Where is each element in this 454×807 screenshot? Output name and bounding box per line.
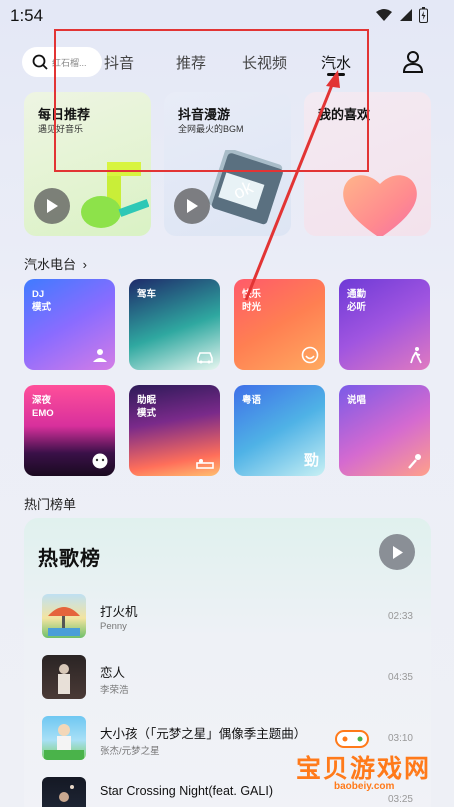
status-icons [375, 7, 428, 23]
song-title: 大小孩（「元梦之星」偶像季主题曲） [100, 727, 307, 741]
station-late-night[interactable]: 深夜 EMO [24, 385, 115, 476]
song-artist: Penny [100, 621, 127, 632]
station-label: 助眠 模式 [137, 395, 157, 419]
song-title: 恋人 [100, 666, 126, 680]
album-cover [42, 716, 86, 760]
song-artist: 张杰/元梦之星 [100, 746, 160, 757]
chart-title[interactable]: 热歌榜 [38, 542, 101, 571]
status-time: 1:54 [10, 6, 44, 25]
station-cantonese[interactable]: 粤语 勁 [234, 385, 325, 476]
station-dj[interactable]: DJ 模式 [24, 279, 115, 370]
cantonese-icon: 勁 [303, 452, 319, 469]
status-bar: 1:54 [0, 0, 454, 32]
smile-icon [301, 346, 319, 364]
song-title: Star Crossing Night(feat. GALI) [100, 784, 273, 798]
wifi-icon [376, 9, 392, 21]
section-title: 汽水电台 [24, 257, 77, 272]
watermark-text: 宝贝游戏网 [296, 755, 432, 783]
heart-icon [343, 175, 417, 236]
radio-section-header[interactable]: 汽水电台 › [24, 254, 87, 273]
station-label: 深夜 EMO [32, 395, 54, 419]
rap-icon [408, 454, 421, 469]
song-title: 打火机 [100, 605, 138, 619]
play-icon [187, 199, 198, 213]
chevron-right-icon: › [82, 257, 87, 272]
play-all-button[interactable] [379, 534, 415, 570]
station-label: 粤语 [242, 395, 262, 406]
annotation-highlight-box [54, 29, 369, 172]
sleep-icon [196, 459, 214, 469]
play-icon [392, 545, 403, 559]
station-rap[interactable]: 说唱 [339, 385, 430, 476]
play-icon [47, 199, 58, 213]
dj-icon [93, 349, 107, 362]
song-row[interactable]: 打火机 Penny 02:33 [42, 594, 417, 640]
station-label: 驾车 [137, 289, 157, 300]
gamepad-icon [335, 730, 369, 748]
station-sleep[interactable]: 助眠 模式 [129, 385, 220, 476]
station-label: 通勤 必听 [347, 289, 367, 313]
station-happy[interactable]: 快乐 时光 [234, 279, 325, 370]
charts-section-title: 热门榜单 [24, 497, 77, 512]
walk-icon [410, 347, 422, 364]
song-duration: 02:33 [387, 611, 413, 622]
play-button[interactable] [174, 188, 210, 224]
play-button[interactable] [34, 188, 70, 224]
song-row[interactable]: 恋人 李荣浩 04:35 [42, 655, 417, 701]
search-icon [32, 54, 48, 70]
emo-icon [92, 453, 108, 469]
car-icon [197, 352, 213, 364]
station-drive[interactable]: 驾车 [129, 279, 220, 370]
watermark-logo: 宝贝游戏网 baobeiy.com [296, 727, 446, 797]
album-cover [42, 777, 86, 807]
song-artist: 李荣浩 [100, 685, 129, 696]
battery-icon [419, 7, 428, 23]
song-duration: 04:35 [387, 672, 413, 683]
user-icon[interactable] [402, 50, 424, 74]
station-label: DJ 模式 [32, 289, 52, 313]
station-label: 快乐 时光 [242, 289, 262, 313]
album-cover [42, 594, 86, 638]
album-cover [42, 655, 86, 699]
watermark-url: baobeiy.com [334, 781, 395, 792]
station-label: 说唱 [347, 395, 367, 406]
station-commute[interactable]: 通勤 必听 [339, 279, 430, 370]
signal-icon [400, 9, 412, 21]
